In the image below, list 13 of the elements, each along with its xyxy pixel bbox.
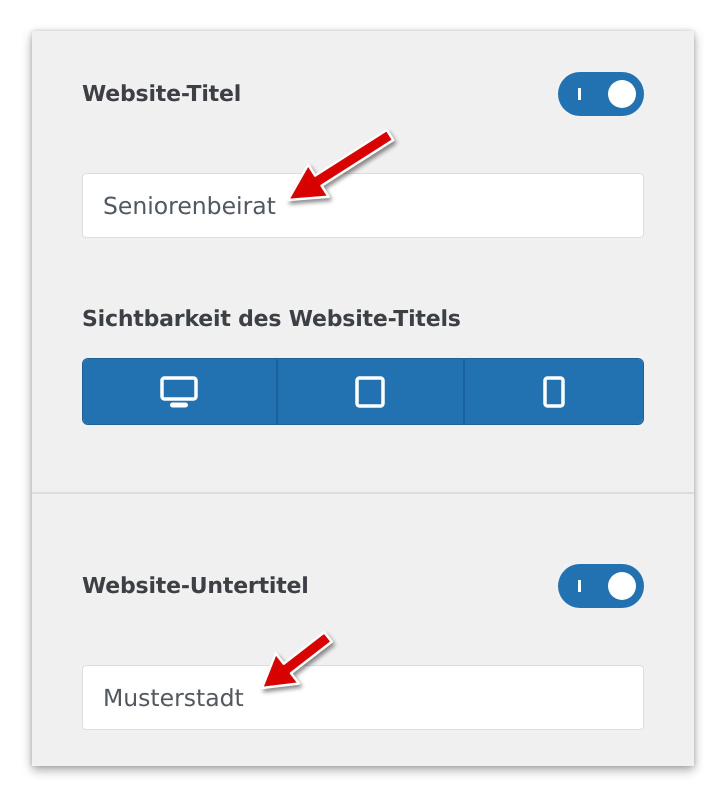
toggle-switch[interactable] bbox=[558, 72, 644, 116]
phone-icon bbox=[542, 376, 565, 408]
phone-visibility-button[interactable] bbox=[464, 359, 643, 424]
text-input[interactable]: Musterstadt bbox=[82, 665, 644, 730]
section-label: Website-Untertitel bbox=[82, 574, 309, 598]
desktop-visibility-button[interactable] bbox=[83, 359, 278, 424]
monitor-icon bbox=[160, 376, 198, 408]
tablet-icon bbox=[355, 376, 386, 408]
toggle-switch[interactable] bbox=[558, 564, 644, 608]
visibility-label: Sichtbarkeit des Website-Titels bbox=[82, 306, 461, 332]
section-label: Website-Titel bbox=[82, 82, 242, 106]
text-input[interactable]: Seniorenbeirat bbox=[82, 173, 644, 238]
tablet-visibility-button[interactable] bbox=[278, 359, 465, 424]
